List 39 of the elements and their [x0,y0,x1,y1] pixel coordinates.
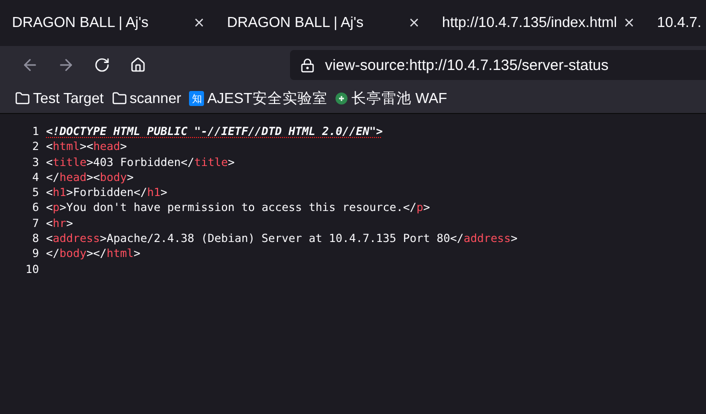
browser-tab[interactable]: DRAGON BALL | Aj's × [0,0,215,46]
source-line: </body></html> [46,246,140,262]
browser-tab[interactable]: http://10.4.7.135/index.html × [430,0,645,46]
address-field[interactable]: view-source:http://10.4.7.135/server-status [290,50,706,80]
bookmark[interactable]: scanner [112,90,182,106]
tab-title: 10.4.7. [657,15,702,31]
source-line: <html><head> [46,139,127,155]
line-number: 9 [31,246,40,262]
source-line: <p>You don't have permission to access this resource.</p> [46,200,430,216]
close-icon[interactable]: × [193,15,205,31]
line-number: 10 [24,262,40,277]
line-number: 7 [31,216,40,232]
browser-tab[interactable]: DRAGON BALL | Aj's × [215,0,430,46]
source-line: <!DOCTYPE HTML PUBLIC "-//IETF//DTD HTML 2.0//EN"> [46,124,383,140]
site-icon: 知 [189,91,204,106]
bookmark[interactable]: 长亭雷池 WAF [335,89,448,108]
bookmark[interactable]: Test Target [15,90,104,106]
source-line: <h1>Forbidden</h1> [46,185,168,200]
tab-title: DRAGON BALL | Aj's [12,15,149,31]
line-number: 1 [31,124,40,140]
folder-icon [15,91,30,106]
line-number: 5 [31,185,40,200]
source-line: <address>Apache/2.4.38 (Debian) Server at 10.4.7.135 Port 80</address> [46,231,518,246]
tab-title: DRAGON BALL | Aj's [227,15,364,31]
bookmark[interactable]: 知 AJEST安全实验室 [189,89,328,108]
close-icon[interactable]: × [623,15,635,31]
line-number: 8 [31,231,40,246]
tab-title: http://10.4.7.135/index.html [442,15,617,31]
browser-tab[interactable]: 10.4.7. [645,0,706,46]
folder-icon [112,91,127,106]
source-line: <title>403 Forbidden</title> [46,154,235,170]
line-number: 2 [31,139,40,155]
source-line: <hr> [46,216,73,232]
line-number: 6 [31,200,40,216]
close-icon[interactable]: × [408,15,420,31]
line-number: 4 [31,170,40,186]
lock-icon [300,58,315,72]
line-number: 3 [31,154,40,170]
source-line: </head><body> [46,170,134,186]
